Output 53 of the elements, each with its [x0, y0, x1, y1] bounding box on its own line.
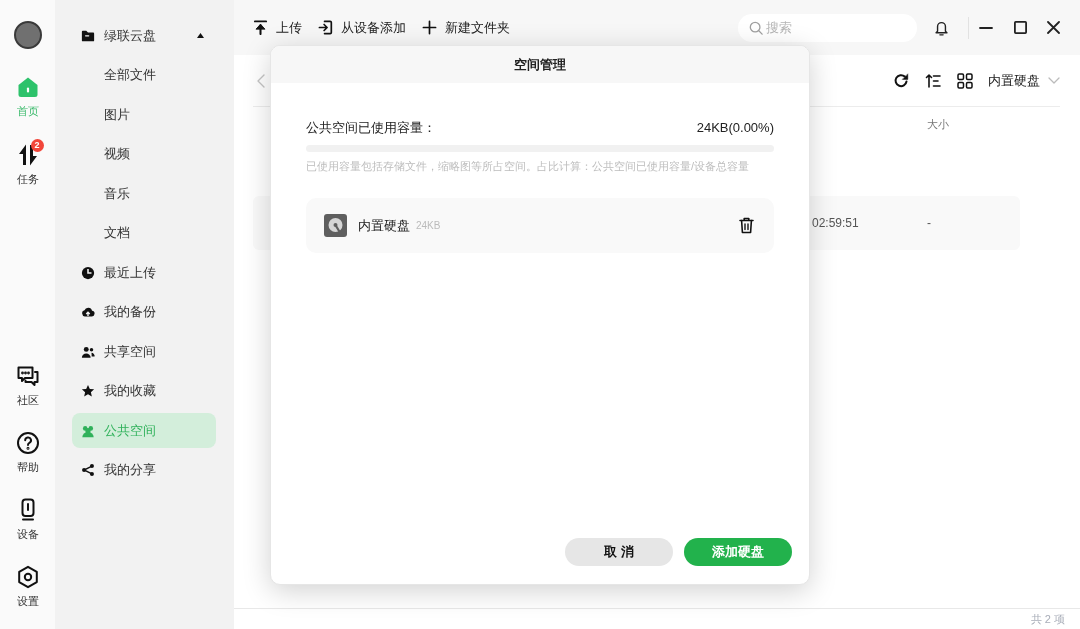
- sidebar-subitem[interactable]: 全部文件: [72, 57, 216, 93]
- maximize-icon[interactable]: [1014, 21, 1027, 34]
- chat-bubbles-icon: [15, 364, 40, 388]
- help-icon: [15, 431, 40, 455]
- item-count: 共 2 项: [1030, 611, 1065, 627]
- sidebar-subitem[interactable]: 视频: [72, 136, 216, 172]
- storage-dropdown[interactable]: 内置硬盘: [988, 70, 1060, 91]
- sort-icon[interactable]: [925, 72, 941, 89]
- close-icon[interactable]: [1047, 21, 1060, 34]
- share-icon: [81, 463, 95, 477]
- search-field[interactable]: 搜索: [738, 13, 917, 42]
- dialog-title: 空间管理: [514, 55, 566, 74]
- upload-icon: [253, 20, 268, 35]
- users-icon: [81, 344, 95, 359]
- grid-icon[interactable]: [957, 72, 973, 89]
- table-cell-text: -: [927, 215, 931, 232]
- plus-icon: [422, 20, 437, 35]
- settings-icon: [15, 565, 40, 589]
- chevron-down-icon: [1048, 77, 1060, 84]
- sidebar-item[interactable]: 我的收藏: [72, 373, 216, 409]
- column-header: 大小: [927, 117, 949, 133]
- search-icon: [749, 20, 763, 35]
- usage-label: 公共空间已使用容量：: [306, 119, 436, 137]
- trash-icon[interactable]: [739, 217, 754, 234]
- new-folder-button[interactable]: 新建文件夹: [422, 17, 510, 38]
- bell-icon[interactable]: [934, 19, 949, 36]
- cancel-button[interactable]: 取 消: [565, 538, 673, 566]
- sidebar-item[interactable]: 共享空间: [72, 334, 216, 369]
- folder-icon: [81, 28, 95, 43]
- sidebar-subitem[interactable]: 图片: [72, 97, 216, 132]
- sidebar-item[interactable]: 我的分享: [72, 452, 216, 488]
- sidebar-subitem[interactable]: 文档: [72, 215, 216, 251]
- add-from-device-button[interactable]: 从设备添加: [318, 17, 406, 38]
- sidebar-item[interactable]: 绿联云盘: [72, 18, 216, 53]
- cloud-upload-icon: [81, 305, 95, 319]
- rail-nav-item[interactable]: 设置: [15, 565, 40, 608]
- refresh-icon[interactable]: [893, 72, 909, 89]
- disk-name: 内置硬盘: [358, 216, 410, 235]
- sidebar-item[interactable]: 最近上传: [72, 255, 216, 290]
- table-cell-text: 02:59:51: [812, 215, 859, 232]
- sidebar-subitem[interactable]: 音乐: [72, 176, 216, 211]
- people-group-icon: [81, 423, 95, 438]
- clock-icon: [81, 265, 95, 280]
- rail-nav-item[interactable]: 帮助: [15, 431, 40, 474]
- rail-nav-item[interactable]: 社区: [15, 364, 40, 407]
- usage-reading: 24KB(0.00%): [696, 119, 774, 137]
- minimize-icon[interactable]: [979, 26, 993, 29]
- rail-nav-item[interactable]: 设备: [15, 498, 40, 541]
- star-icon: [81, 384, 95, 398]
- import-icon: [318, 20, 333, 35]
- sidebar-item[interactable]: 我的备份: [72, 294, 216, 330]
- disk-size: 24KB: [416, 219, 441, 233]
- upload-button[interactable]: 上传: [253, 17, 302, 38]
